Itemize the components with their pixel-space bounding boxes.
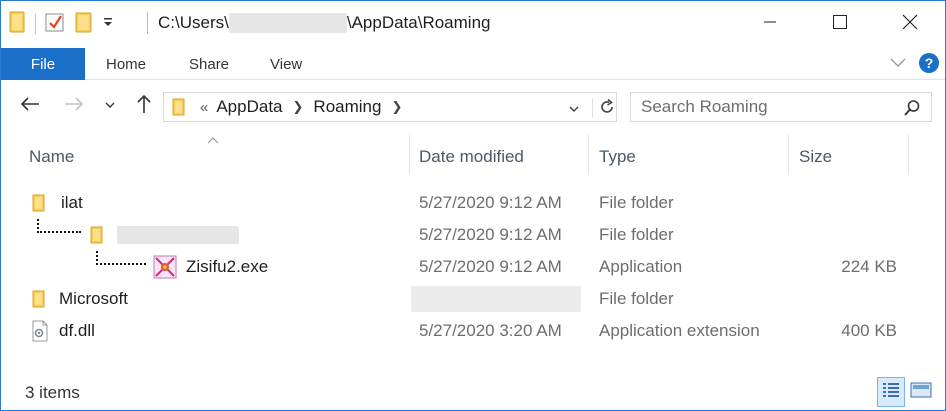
file-name: Microsoft: [59, 289, 128, 308]
column-divider[interactable]: [409, 135, 410, 175]
toolbar-divider: [35, 14, 36, 34]
sort-ascending-icon: [206, 131, 220, 149]
title-divider: [147, 12, 148, 34]
file-row-redacted-folder[interactable]: 5/27/2020 9:12 AM File folder: [1, 219, 945, 251]
tab-home[interactable]: Home: [106, 48, 146, 80]
search-box[interactable]: Search Roaming: [630, 92, 932, 122]
file-name: ilat: [61, 193, 83, 212]
column-header-type[interactable]: Type: [599, 135, 636, 179]
back-arrow-icon: [20, 96, 40, 117]
details-view-button[interactable]: [877, 377, 905, 407]
close-button[interactable]: [875, 1, 945, 47]
up-arrow-icon: [136, 94, 152, 119]
column-header-name[interactable]: Name: [29, 135, 74, 179]
properties-icon[interactable]: [44, 11, 66, 38]
redacted-folder-name: [117, 226, 239, 244]
tree-connector: [96, 263, 146, 265]
details-view-icon: [882, 381, 900, 404]
new-folder-icon[interactable]: [74, 11, 94, 38]
file-type: Application: [599, 257, 683, 276]
tab-file[interactable]: File: [1, 48, 85, 80]
breadcrumb-overflow[interactable]: «: [200, 99, 208, 116]
status-item-count: 3 items: [25, 383, 80, 402]
file-name: Zisifu2.exe: [186, 257, 269, 276]
recent-locations-button[interactable]: [99, 91, 121, 121]
executable-icon: [153, 251, 177, 283]
file-name: df.dll: [59, 321, 95, 340]
minimize-button[interactable]: [735, 1, 805, 47]
maximize-icon: [832, 14, 848, 35]
maximize-button[interactable]: [805, 1, 875, 47]
file-row-df-dll[interactable]: df.dll 5/27/2020 3:20 AM Application ext…: [1, 315, 945, 347]
file-date: 5/27/2020 9:12 AM: [419, 225, 562, 244]
file-size: [791, 219, 897, 251]
window-title: C:\Users\ \AppData\Roaming: [158, 13, 490, 33]
forward-button[interactable]: [59, 91, 89, 121]
file-date: 5/27/2020 9:12 AM: [419, 193, 562, 212]
customize-toolbar-icon[interactable]: [102, 15, 114, 33]
expand-ribbon-icon[interactable]: [889, 53, 907, 76]
redacted-date: [411, 286, 581, 312]
folder-icon: [9, 11, 27, 38]
file-row-ilat[interactable]: ilat 5/27/2020 9:12 AM File folder: [1, 187, 945, 219]
folder-icon: [89, 219, 105, 251]
search-icon[interactable]: [903, 99, 921, 122]
tab-share[interactable]: Share: [189, 48, 229, 80]
minimize-icon: [763, 15, 777, 34]
file-date: [411, 283, 581, 315]
window-title-suffix: \AppData\Roaming: [346, 13, 491, 32]
file-size: [791, 283, 897, 315]
up-button[interactable]: [131, 91, 157, 121]
tree-connector: [37, 231, 81, 233]
file-size: [791, 187, 897, 219]
file-explorer-window: C:\Users\ \AppData\Roaming File Home Sha…: [0, 0, 946, 411]
folder-icon: [172, 97, 186, 117]
close-icon: [902, 14, 918, 35]
file-size: 224 KB: [841, 257, 897, 276]
file-date: 5/27/2020 3:20 AM: [419, 321, 562, 340]
large-icons-view-button[interactable]: [907, 377, 935, 407]
ribbon-tabs: File Home Share View: [1, 47, 945, 80]
help-button[interactable]: ?: [919, 53, 939, 73]
navigation-bar: « AppData ❯ Roaming ❯ Search Roaming: [1, 83, 945, 131]
large-icons-view-icon: [910, 381, 932, 404]
search-placeholder: Search Roaming: [641, 97, 768, 116]
file-type: File folder: [599, 225, 674, 244]
column-header-date-modified[interactable]: Date modified: [419, 135, 524, 179]
folder-icon: [31, 187, 47, 219]
folder-icon: [31, 283, 47, 315]
breadcrumb-chevron-icon[interactable]: ❯: [293, 99, 304, 115]
tab-view[interactable]: View: [270, 48, 302, 80]
breadcrumb-appdata[interactable]: AppData: [216, 97, 282, 117]
back-button[interactable]: [15, 91, 45, 121]
forward-arrow-icon: [64, 96, 84, 117]
address-dropdown-icon[interactable]: [568, 101, 580, 119]
file-row-zisifu2[interactable]: Zisifu2.exe 5/27/2020 9:12 AM Applicatio…: [1, 251, 945, 283]
refresh-icon[interactable]: [592, 98, 616, 118]
column-header-size[interactable]: Size: [799, 135, 832, 179]
dll-file-icon: [31, 315, 49, 347]
file-date: 5/27/2020 9:12 AM: [419, 257, 562, 276]
chevron-down-icon: [104, 97, 116, 115]
column-divider[interactable]: [588, 135, 589, 175]
redacted-username: [228, 13, 347, 33]
window-title-prefix: C:\Users\: [158, 13, 229, 32]
file-type: File folder: [599, 289, 674, 308]
file-type: Application extension: [599, 321, 760, 340]
file-name: [117, 219, 239, 251]
file-type: File folder: [599, 193, 674, 212]
file-row-microsoft[interactable]: Microsoft File folder: [1, 283, 945, 315]
file-size: 400 KB: [841, 321, 897, 340]
column-divider[interactable]: [788, 135, 789, 175]
breadcrumb-chevron-icon[interactable]: ❯: [391, 99, 402, 115]
breadcrumb-roaming[interactable]: Roaming: [313, 97, 381, 117]
quick-access-toolbar: [9, 11, 114, 37]
column-divider[interactable]: [908, 135, 909, 175]
address-bar[interactable]: « AppData ❯ Roaming ❯: [163, 92, 617, 122]
title-bar: C:\Users\ \AppData\Roaming: [1, 1, 945, 47]
